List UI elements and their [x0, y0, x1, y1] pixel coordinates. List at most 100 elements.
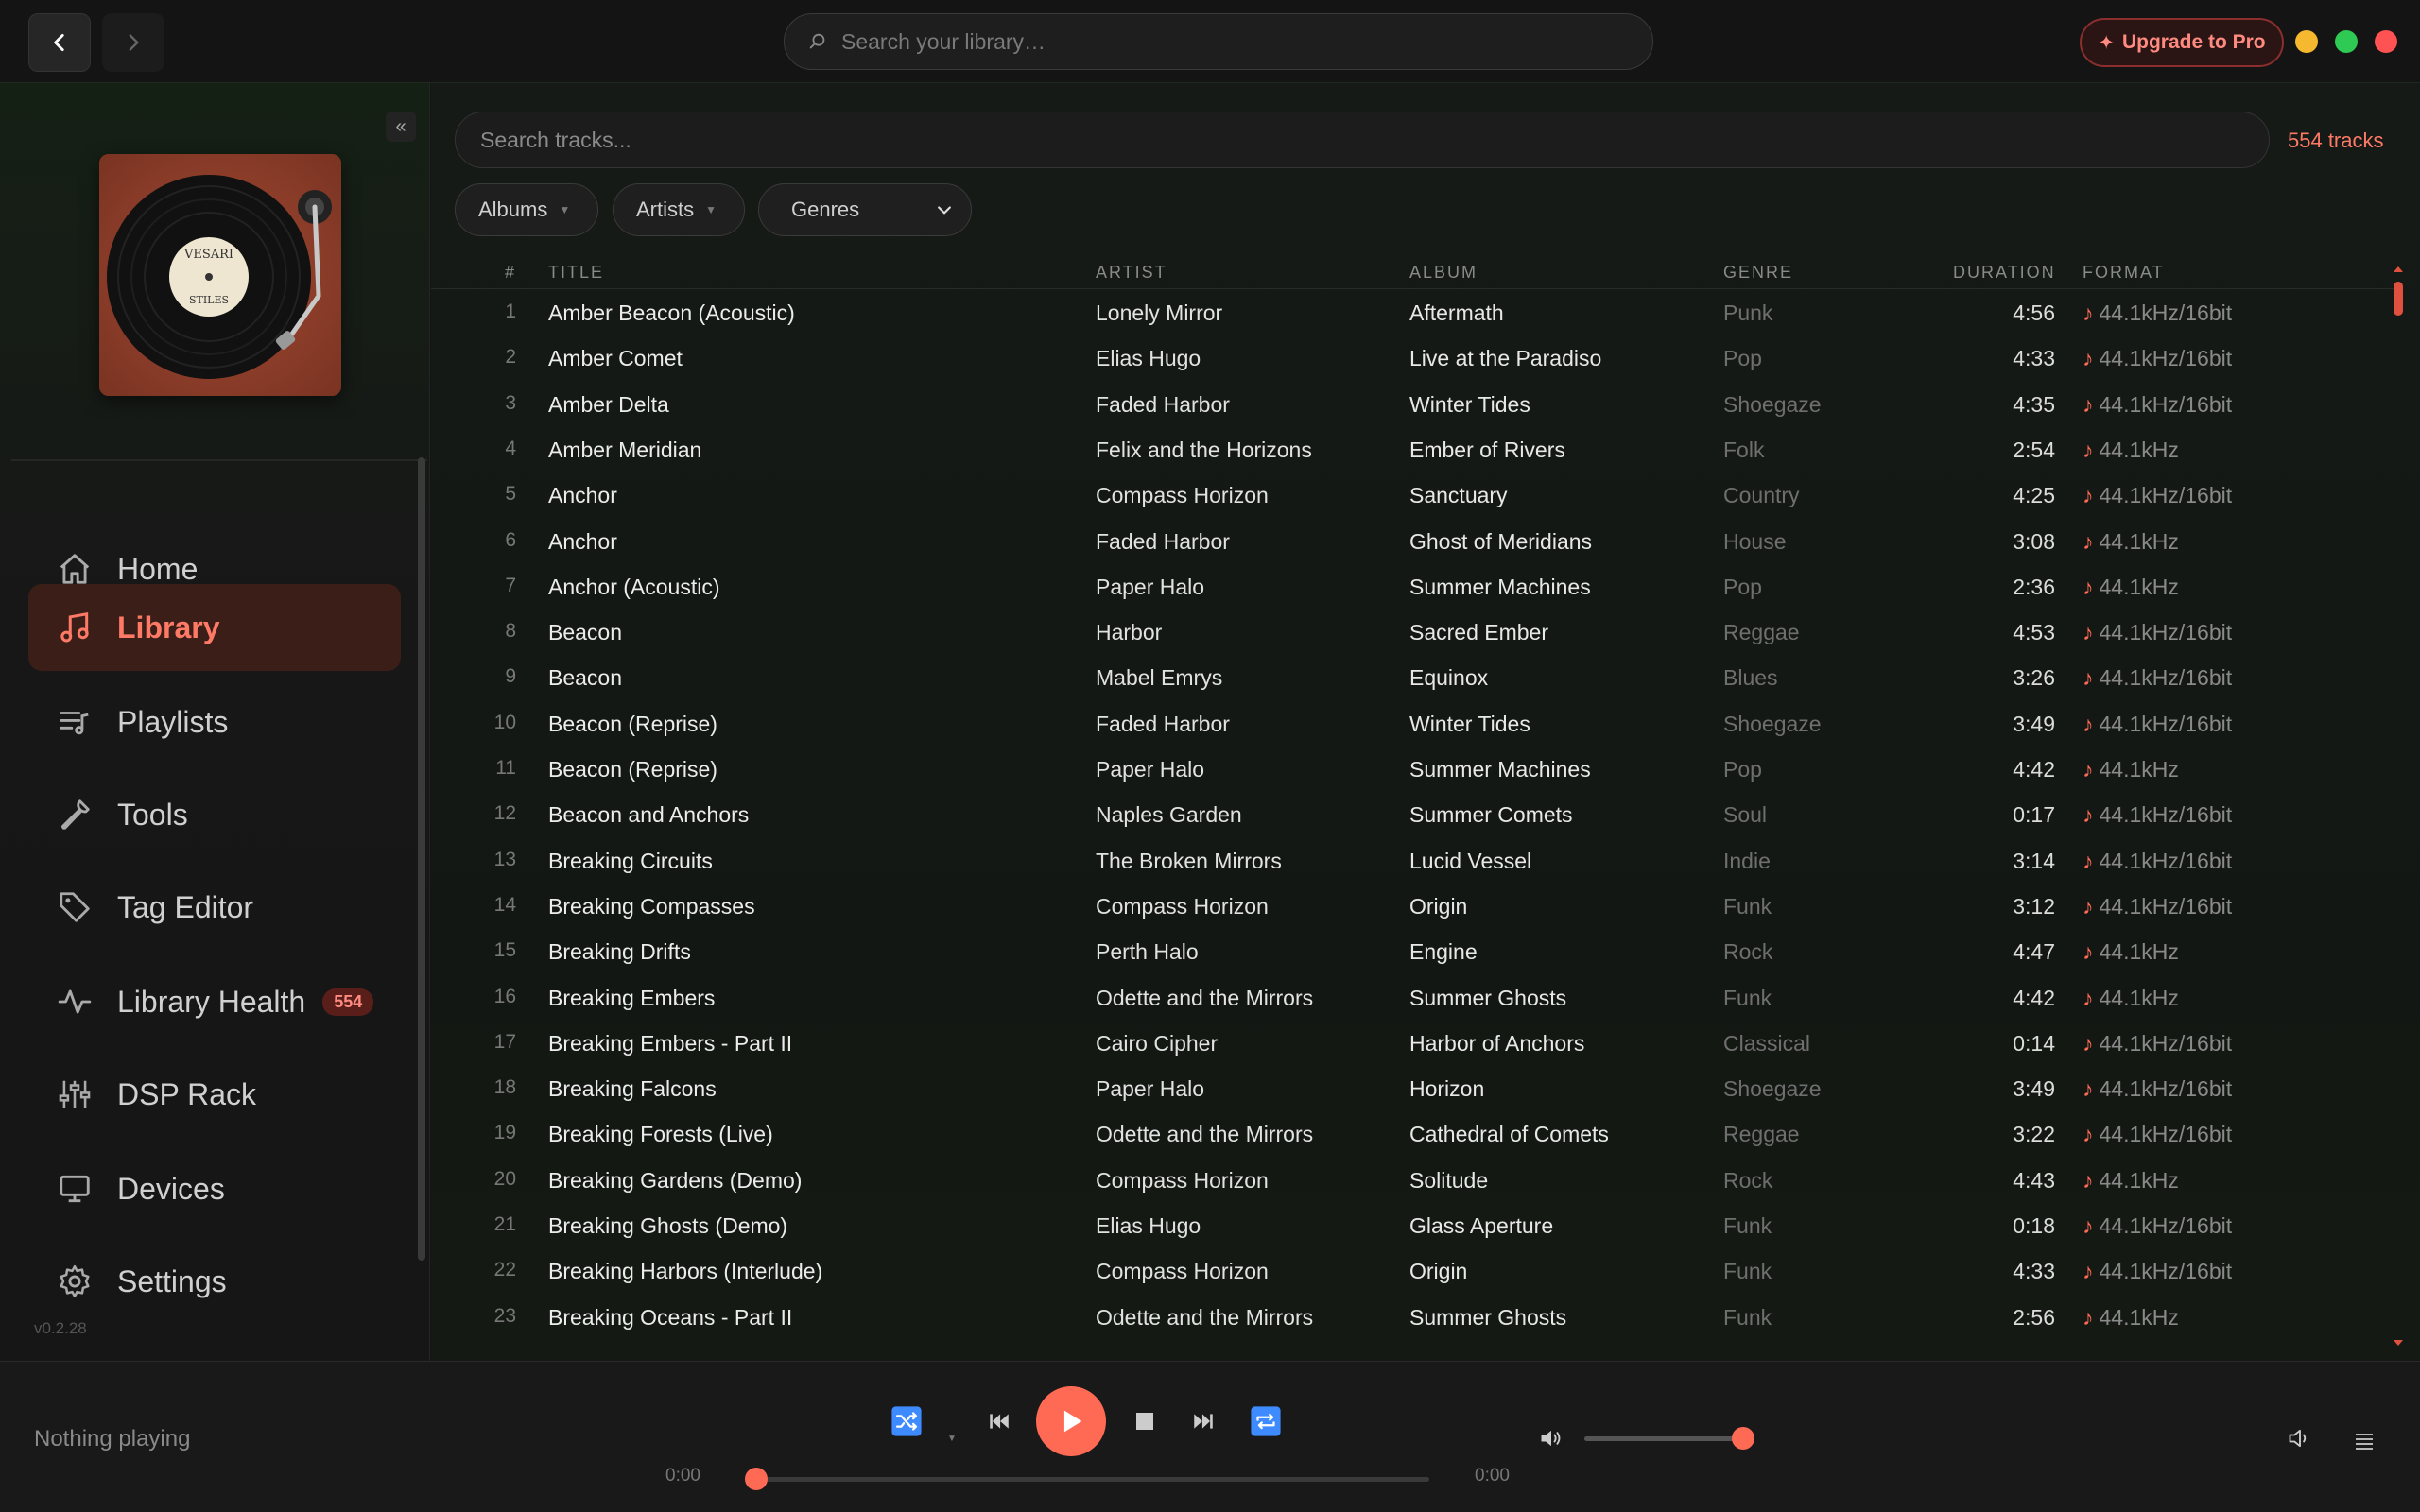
track-artist: Felix and the Horizons: [1096, 437, 1312, 462]
track-title: Amber Delta: [548, 391, 669, 417]
column-duration[interactable]: DURATION: [1953, 263, 2056, 283]
table-row[interactable]: 4 Amber Meridian Felix and the Horizons Emb…: [431, 426, 2397, 472]
shuffle-mode-caret[interactable]: ▼: [945, 1432, 959, 1445]
sidebar-item-settings[interactable]: Settings: [28, 1238, 401, 1325]
track-album: Summer Machines: [1409, 757, 1591, 782]
genres-select-label: Genres: [791, 198, 860, 221]
table-row[interactable]: 9 Beacon Mabel Emrys Equinox Blues 3:26 ♪ 44.1k…: [431, 654, 2397, 699]
table-row[interactable]: 8 Beacon Harbor Sacred Ember Reggae 4:53 ♪ 44.1…: [431, 609, 2397, 654]
next-button[interactable]: [1187, 1407, 1219, 1435]
table-row[interactable]: 14 Breaking Compasses Compass Horizon Origi…: [431, 883, 2397, 928]
track-format-text: 44.1kHz/16bit: [2099, 893, 2233, 919]
track-title: Breaking Drifts: [548, 939, 691, 965]
stop-button[interactable]: [1131, 1407, 1159, 1435]
table-row[interactable]: 22 Breaking Harbors (Interlude) Compass Ho…: [431, 1247, 2397, 1293]
track-genre: Reggae: [1723, 620, 1800, 645]
track-album: Cathedral of Comets: [1409, 1122, 1609, 1147]
music-note-icon: [55, 608, 95, 647]
forward-button[interactable]: [102, 13, 164, 72]
track-search-input[interactable]: [480, 127, 2238, 153]
track-artist: Cairo Cipher: [1096, 1030, 1219, 1056]
table-row[interactable]: 19 Breaking Forests (Live) Odette and the …: [431, 1110, 2397, 1156]
library-search[interactable]: [784, 13, 1653, 70]
scrollbar-thumb[interactable]: [2394, 282, 2403, 316]
table-row[interactable]: 16 Breaking Embers Odette and the Mirrors S…: [431, 974, 2397, 1020]
minimize-button[interactable]: [2295, 30, 2318, 53]
table-row[interactable]: 7 Anchor (Acoustic) Paper Halo Summer Machi…: [431, 563, 2397, 609]
output-volume-button[interactable]: [2284, 1422, 2316, 1454]
previous-button[interactable]: [983, 1407, 1015, 1435]
track-title: Breaking Falcons: [548, 1076, 717, 1102]
track-format-text: 44.1kHz/16bit: [2099, 848, 2233, 873]
table-row[interactable]: 23 Breaking Oceans - Part II Odette and th…: [431, 1294, 2397, 1339]
track-title: Breaking Compasses: [548, 893, 755, 919]
column-album[interactable]: ALBUM: [1409, 263, 1478, 283]
sidebar-item-tools[interactable]: Tools: [28, 771, 401, 858]
table-row[interactable]: 18 Breaking Falcons Paper Halo Horizon Shoeg…: [431, 1065, 2397, 1110]
volume-handle[interactable]: [1732, 1427, 1754, 1450]
table-row[interactable]: 11 Beacon (Reprise) Paper Halo Summer Machi…: [431, 746, 2397, 791]
back-button[interactable]: [28, 13, 91, 72]
sidebar-item-tag-editor[interactable]: Tag Editor: [28, 864, 401, 951]
music-note-icon: ♪: [2083, 985, 2094, 1010]
table-row[interactable]: 6 Anchor Faded Harbor Ghost of Meridians Hou…: [431, 518, 2397, 563]
table-row[interactable]: 12 Beacon and Anchors Naples Garden Summer …: [431, 791, 2397, 836]
artists-filter[interactable]: Artists ▼: [613, 183, 745, 236]
sidebar-item-playlists[interactable]: Playlists: [28, 679, 401, 765]
albums-filter[interactable]: Albums ▼: [455, 183, 598, 236]
sidebar-item-dsp-rack[interactable]: DSP Rack: [28, 1051, 401, 1138]
table-row[interactable]: 10 Beacon (Reprise) Faded Harbor Winter Tid…: [431, 700, 2397, 746]
track-duration: 4:33: [2013, 346, 2055, 371]
queue-button[interactable]: [2350, 1426, 2378, 1454]
sidebar-item-devices[interactable]: Devices: [28, 1145, 401, 1232]
genres-select[interactable]: Genres: [758, 183, 972, 236]
track-list-scrollbar[interactable]: [2392, 263, 2405, 1357]
library-search-input[interactable]: [841, 28, 1616, 55]
album-art: VESARI STILES: [99, 154, 341, 396]
table-row[interactable]: 1 Amber Beacon (Acoustic) Lonely Mirror Aft…: [431, 289, 2397, 335]
track-format-text: 44.1kHz/16bit: [2099, 711, 2233, 736]
track-format-text: 44.1kHz/16bit: [2099, 665, 2233, 691]
maximize-button[interactable]: [2335, 30, 2358, 53]
track-title: Breaking Forests (Live): [548, 1122, 773, 1147]
music-note-icon: ♪: [2083, 437, 2094, 462]
table-row[interactable]: 15 Breaking Drifts Perth Halo Engine Rock 4:4…: [431, 928, 2397, 973]
seek-handle[interactable]: [745, 1468, 768, 1490]
column-genre[interactable]: GENRE: [1723, 263, 1793, 283]
track-artist: Paper Halo: [1096, 1076, 1205, 1102]
mute-button[interactable]: [1535, 1422, 1567, 1454]
table-row[interactable]: 13 Breaking Circuits The Broken Mirrors Luc…: [431, 837, 2397, 883]
column-title[interactable]: TITLE: [548, 263, 604, 283]
queue-list-icon: [2356, 1434, 2373, 1450]
track-duration: 3:22: [2013, 1122, 2055, 1147]
seek-bar[interactable]: [756, 1477, 1429, 1482]
table-row[interactable]: 3 Amber Delta Faded Harbor Winter Tides Shoe…: [431, 381, 2397, 426]
table-row[interactable]: 17 Breaking Embers - Part II Cairo Cipher H…: [431, 1020, 2397, 1065]
upgrade-button[interactable]: ✦ Upgrade to Pro: [2080, 18, 2284, 67]
sidebar-item-library[interactable]: Library: [28, 584, 401, 671]
track-number: 1: [505, 301, 516, 322]
track-format-text: 44.1kHz: [2099, 1167, 2179, 1193]
sidebar-scrollbar[interactable]: [418, 457, 425, 1261]
table-row[interactable]: 21 Breaking Ghosts (Demo) Elias Hugo Glass …: [431, 1202, 2397, 1247]
sidebar-item-library-health[interactable]: Library Health 554: [28, 958, 401, 1045]
repeat-button[interactable]: [1250, 1405, 1282, 1437]
column-num[interactable]: #: [505, 263, 516, 283]
track-album: Equinox: [1409, 665, 1489, 691]
table-row[interactable]: 2 Amber Comet Elias Hugo Live at the Paradi…: [431, 335, 2397, 380]
track-genre: Funk: [1723, 893, 1772, 919]
track-search[interactable]: [455, 112, 2270, 168]
column-format[interactable]: FORMAT: [2083, 263, 2165, 283]
track-format-text: 44.1kHz/16bit: [2099, 1259, 2233, 1284]
table-row[interactable]: 20 Breaking Gardens (Demo) Compass Horizon…: [431, 1157, 2397, 1202]
shuffle-button[interactable]: [890, 1405, 923, 1437]
collapse-sidebar-button[interactable]: «: [386, 112, 416, 142]
play-button[interactable]: [1036, 1386, 1106, 1456]
column-artist[interactable]: ARTIST: [1096, 263, 1167, 283]
chevron-right-icon: [129, 34, 139, 51]
track-format-text: 44.1kHz/16bit: [2099, 1122, 2233, 1147]
table-row[interactable]: 5 Anchor Compass Horizon Sanctuary Country 4:…: [431, 472, 2397, 517]
track-genre: Reggae: [1723, 1122, 1800, 1147]
track-format: ♪ 44.1kHz/16bit: [2083, 1259, 2232, 1284]
close-button[interactable]: [2375, 30, 2397, 53]
